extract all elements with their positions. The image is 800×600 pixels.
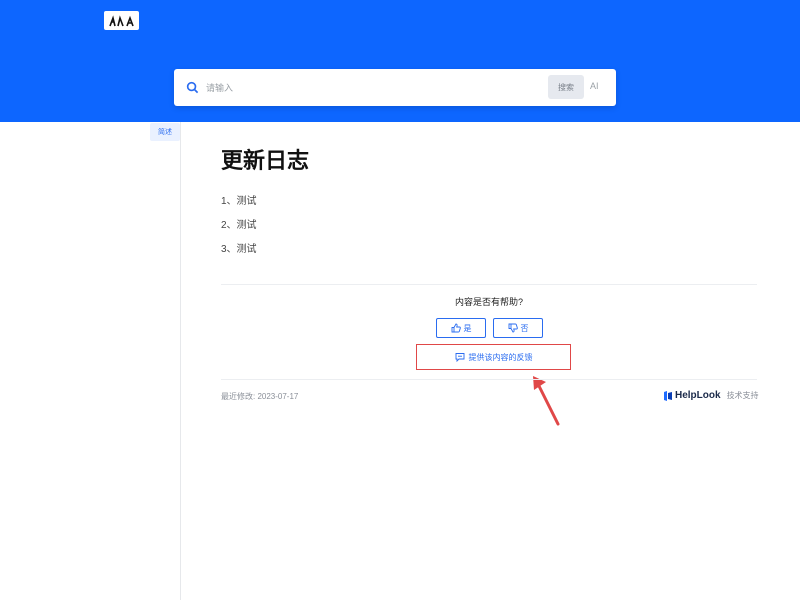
helpful-yes-button[interactable]: 是 (436, 318, 486, 338)
comment-icon (455, 353, 464, 362)
page-title: 更新日志 (221, 148, 310, 173)
feedback-link-label: 提供该内容的反馈 (468, 352, 533, 362)
sidebar-item-summary[interactable]: 简述 (150, 123, 180, 141)
helpful-yes-label: 是 (463, 323, 472, 333)
logo-icon (108, 14, 134, 26)
red-arrow-annotation (533, 376, 560, 426)
search-box: 搜索 AI (174, 69, 616, 106)
search-button[interactable]: 搜索 (548, 75, 584, 99)
search-input[interactable] (206, 77, 506, 98)
helpful-no-label: 否 (520, 323, 529, 333)
footer-divider (221, 379, 757, 380)
header-bar: 搜索 AI (0, 0, 800, 122)
feedback-link[interactable]: 提供该内容的反馈 (416, 344, 571, 370)
list-item: 2、测试 (221, 220, 257, 231)
brand-credit[interactable]: HelpLook 技术支持 (664, 390, 759, 401)
helpful-question: 内容是否有帮助? (454, 297, 523, 307)
search-icon (186, 81, 199, 94)
sidebar-divider (180, 122, 181, 600)
list-item: 1、测试 (221, 196, 257, 207)
thumbs-down-icon (508, 323, 518, 333)
brand-name: HelpLook (675, 390, 721, 401)
list-item: 3、测试 (221, 244, 257, 255)
brand-support: 技术支持 (726, 391, 759, 400)
logo[interactable] (104, 11, 139, 30)
content-divider (221, 284, 757, 285)
last-modified: 最近修改: 2023-07-17 (221, 392, 299, 401)
helplook-logo-icon (664, 390, 672, 401)
thumbs-up-icon (451, 323, 461, 333)
ai-button[interactable]: AI (590, 81, 599, 91)
helpful-no-button[interactable]: 否 (493, 318, 543, 338)
